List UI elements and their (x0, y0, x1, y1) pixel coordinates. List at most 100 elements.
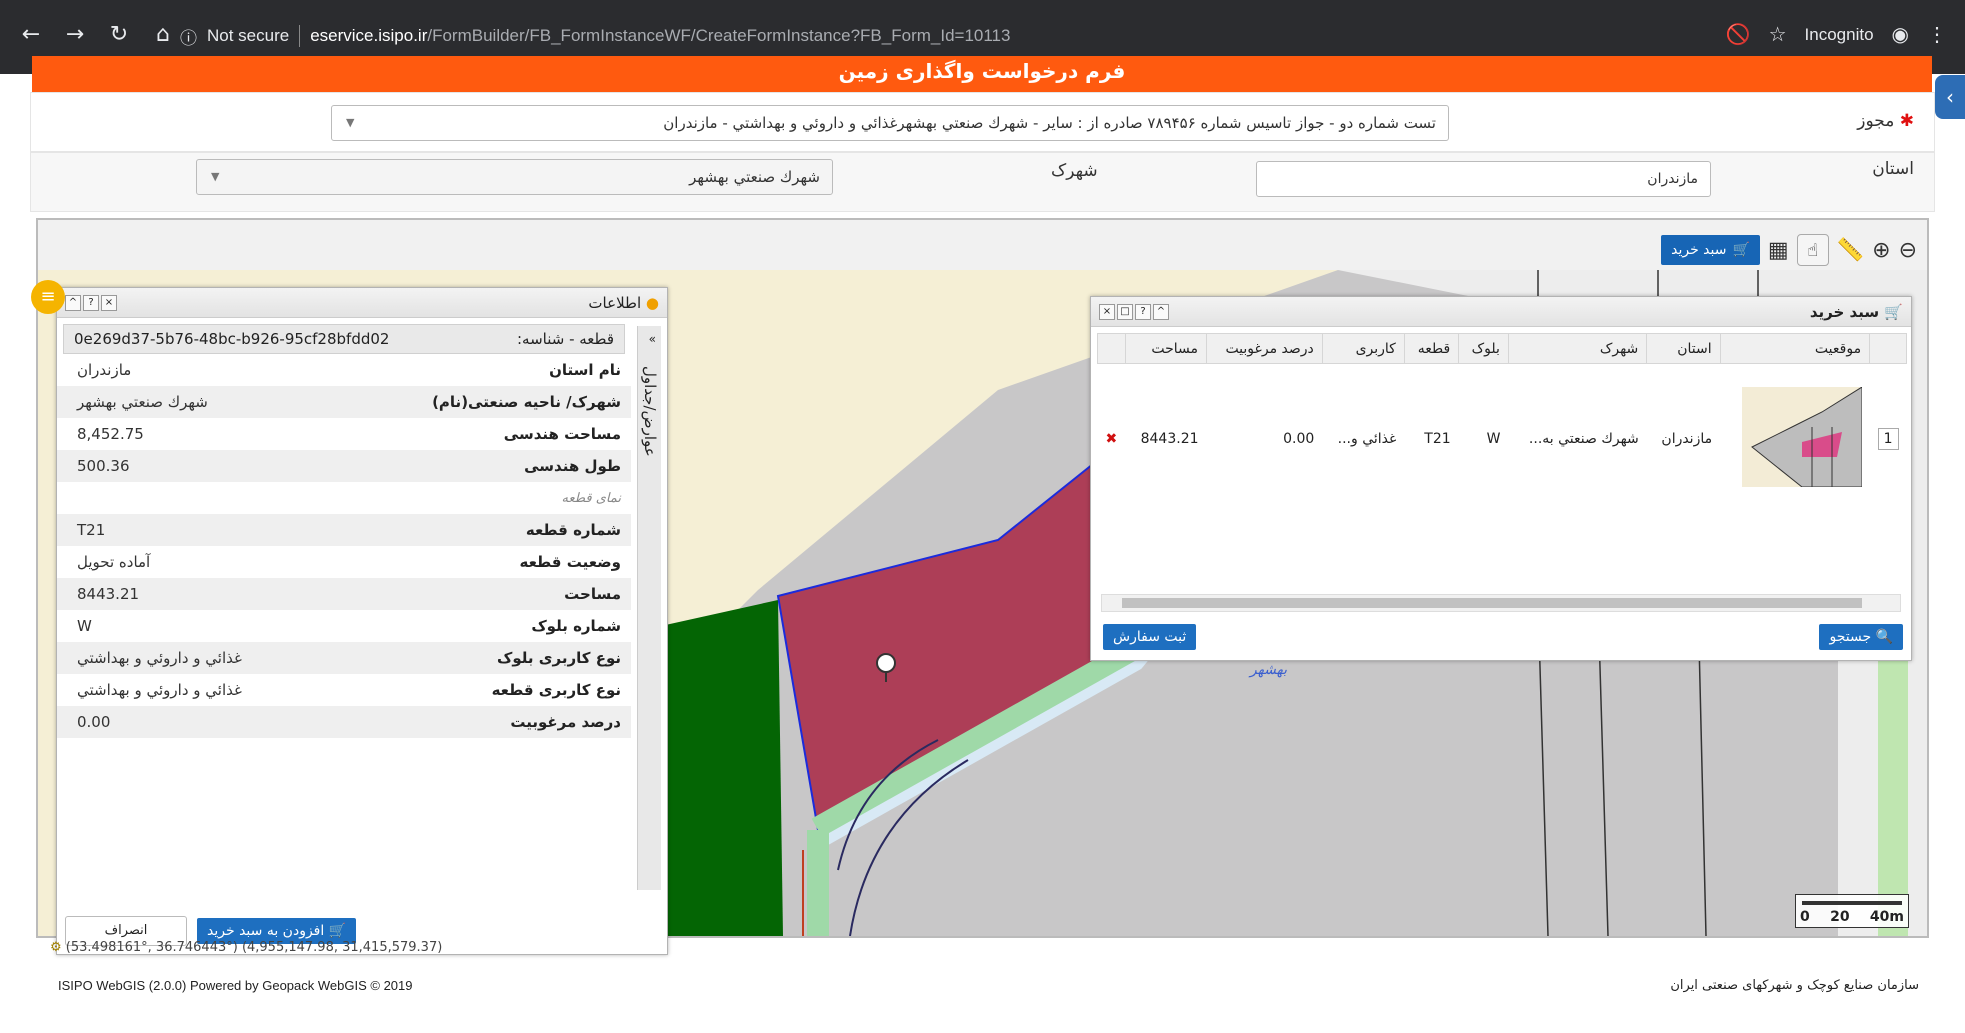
scale-label-20: 20 (1830, 909, 1850, 925)
col-plot[interactable]: قطعه (1403, 333, 1460, 364)
collapse-icon[interactable]: ^ (1153, 303, 1169, 320)
horizontal-scrollbar[interactable] (1101, 594, 1901, 612)
cancel-label: انصراف (104, 923, 148, 938)
chevron-left-icon[interactable]: ‹ (1935, 75, 1965, 119)
search-icon: 🔍 (1875, 629, 1893, 645)
list-item: مساحت هندسی 8,452.75 (77, 425, 621, 443)
province-value: مازندران (1647, 171, 1698, 187)
maximize-icon[interactable]: □ (1117, 303, 1133, 320)
cart-panel: 🛒 سبد خرید × □ ? ^ موقعیت استان شهرک بلو… (1090, 296, 1912, 661)
url-path: /FormBuilder/FB_FormInstanceWF/CreateFor… (427, 26, 1011, 45)
security-label: Not secure (207, 26, 290, 45)
info-icon[interactable]: ⓘ (180, 24, 197, 49)
table-row[interactable]: 1 مازندران شهرك صنعتي به... W T21 غذائي … (1097, 363, 1907, 514)
chevrons-left-icon[interactable]: « (649, 332, 656, 346)
remove-icon[interactable]: ✖ (1097, 363, 1126, 514)
scale-label-0: 0 (1800, 909, 1810, 925)
col-town[interactable]: شهرک (1507, 333, 1648, 364)
url-domain: eservice.isipo.ir (310, 26, 428, 45)
scrollbar-thumb[interactable] (1122, 598, 1862, 608)
col-usage[interactable]: کاربری (1321, 333, 1405, 364)
col-block[interactable]: بلوک (1458, 333, 1509, 364)
plot-id-row: قطعه - شناسه: 0e269d37-5b76-48bc-b926-95… (63, 324, 625, 354)
window-buttons: × □ ? ^ (1099, 303, 1169, 320)
row-province: مازندران (1646, 363, 1721, 514)
blocked-icon[interactable]: 🚫 (1726, 22, 1751, 47)
town-label: شهرک (1051, 161, 1098, 181)
license-value: تست شماره دو - جواز تاسيس شماره ۷۸۹۴۵۶ ص… (663, 114, 1436, 132)
license-label: ✱ مجوز (1857, 111, 1914, 131)
search-button-label: جستجو (1829, 629, 1872, 645)
cart-button-label: سبد خرید (1671, 242, 1727, 258)
organization-name: سازمان صنایع کوچک و شهرکهای صنعتی ایران (1670, 978, 1919, 993)
list-item: مساحت 8443.21 (57, 578, 631, 610)
zoom-out-icon[interactable]: ⊖ (1899, 238, 1917, 263)
ruler-icon[interactable]: 📏 (1837, 238, 1864, 263)
license-select[interactable]: تست شماره دو - جواز تاسيس شماره ۷۸۹۴۵۶ ص… (331, 105, 1449, 141)
map-toolbar: 🛒 سبد خرید ▦ ☝ 📏 ⊕ ⊖ (1661, 234, 1917, 266)
list-item: نمای قطعه (561, 490, 621, 506)
cart-table: موقعیت استان شهرک بلوک قطعه کاربری درصد … (1097, 333, 1907, 514)
incognito-icon[interactable]: ◉ (1892, 22, 1909, 47)
menu-icon[interactable]: ⋮ (1927, 22, 1947, 47)
cart-icon: 🛒 (1732, 242, 1750, 258)
cart-panel-header: 🛒 سبد خرید × □ ? ^ (1091, 297, 1911, 327)
province-label: استان (1872, 159, 1914, 179)
star-icon[interactable]: ☆ (1769, 22, 1787, 47)
col-area[interactable]: مساحت (1124, 333, 1208, 364)
submit-order-button[interactable]: ثبت سفارش (1103, 624, 1197, 650)
province-input[interactable]: مازندران (1256, 161, 1711, 197)
search-button[interactable]: 🔍 جستجو (1819, 624, 1903, 650)
features-tables-tab[interactable]: « عوارض/جداول (637, 326, 661, 890)
town-value: شهرك صنعتي بهشهر (689, 168, 820, 186)
pan-tool-icon[interactable]: ☝ (1796, 234, 1829, 266)
close-icon[interactable]: × (1099, 303, 1115, 320)
town-select[interactable]: شهرك صنعتي بهشهر ▼ (196, 159, 833, 195)
map-area-label: بهشهر (1250, 662, 1288, 678)
list-item: درصد مرغوبیت 0.00 (57, 706, 631, 738)
separator (299, 25, 301, 47)
zoom-in-icon[interactable]: ⊕ (1872, 238, 1890, 263)
browser-right-controls: 🚫 ☆ Incognito ◉ ⋮ (1726, 22, 1947, 47)
add-to-cart-label: افزودن به سبد خرید (207, 923, 325, 939)
row-plot: T21 (1404, 363, 1459, 514)
list-item: نوع کاربری قطعه غذائي و داروئي و بهداشتي (77, 681, 621, 699)
col-province[interactable]: استان (1646, 333, 1721, 364)
cart-table-header: موقعیت استان شهرک بلوک قطعه کاربری درصد … (1097, 333, 1907, 364)
features-tables-label: عوارض/جداول (641, 366, 659, 457)
row-quality: 0.00 (1206, 363, 1323, 514)
cart-icon: 🛒 (328, 923, 347, 939)
page-banner: فرم درخواست واگذاری زمین (32, 56, 1932, 92)
reload-icon[interactable]: ↻ (106, 22, 132, 47)
plot-id-label: قطعه - شناسه: (516, 330, 614, 348)
row-thumbnail[interactable] (1720, 363, 1870, 514)
home-icon[interactable]: ⌂ (150, 22, 176, 47)
list-item: طول هندسی 500.36 (57, 450, 631, 482)
back-icon[interactable]: ← (18, 22, 44, 47)
cart-button[interactable]: 🛒 سبد خرید (1661, 235, 1760, 265)
cart-title: سبد خرید (1809, 302, 1880, 321)
list-item: شماره بلوک W (77, 617, 621, 635)
chevron-down-icon[interactable]: ▼ (346, 106, 354, 140)
address-bar[interactable]: ⓘ Not secure eservice.isipo.ir/FormBuild… (180, 18, 1680, 54)
table-icon[interactable]: ▦ (1768, 238, 1789, 263)
incognito-label: Incognito (1804, 24, 1874, 44)
list-item: شهرک/ ناحیه صنعتی(نام) شهرك صنعتي بهشهر (57, 386, 631, 418)
col-quality[interactable]: درصد مرغوبیت (1206, 333, 1323, 364)
list-item: نام استان مازندران (77, 361, 621, 379)
list-item: نوع کاربری بلوک غذائي و داروئي و بهداشتي (57, 642, 631, 674)
help-icon[interactable]: ? (1135, 303, 1151, 320)
info-circle-icon: ● (645, 293, 659, 312)
cart-icon: 🛒 (1884, 302, 1903, 321)
row-index: 1 (1869, 363, 1907, 514)
license-row: ✱ مجوز تست شماره دو - جواز تاسيس شماره ۷… (30, 92, 1935, 152)
powered-by: ISIPO WebGIS (2.0.0) Powered by Geopack … (58, 978, 413, 993)
scale-label-40: 40m (1869, 909, 1904, 925)
scale-bar: 0 20 40m (1795, 894, 1909, 928)
row-block: W (1458, 363, 1509, 514)
chevron-down-icon[interactable]: ▼ (211, 160, 219, 194)
forward-icon[interactable]: → (62, 22, 88, 47)
gear-icon[interactable]: ⚙ (50, 940, 62, 955)
col-location[interactable]: موقعیت (1719, 333, 1871, 364)
plot-thumbnail (1741, 385, 1863, 488)
